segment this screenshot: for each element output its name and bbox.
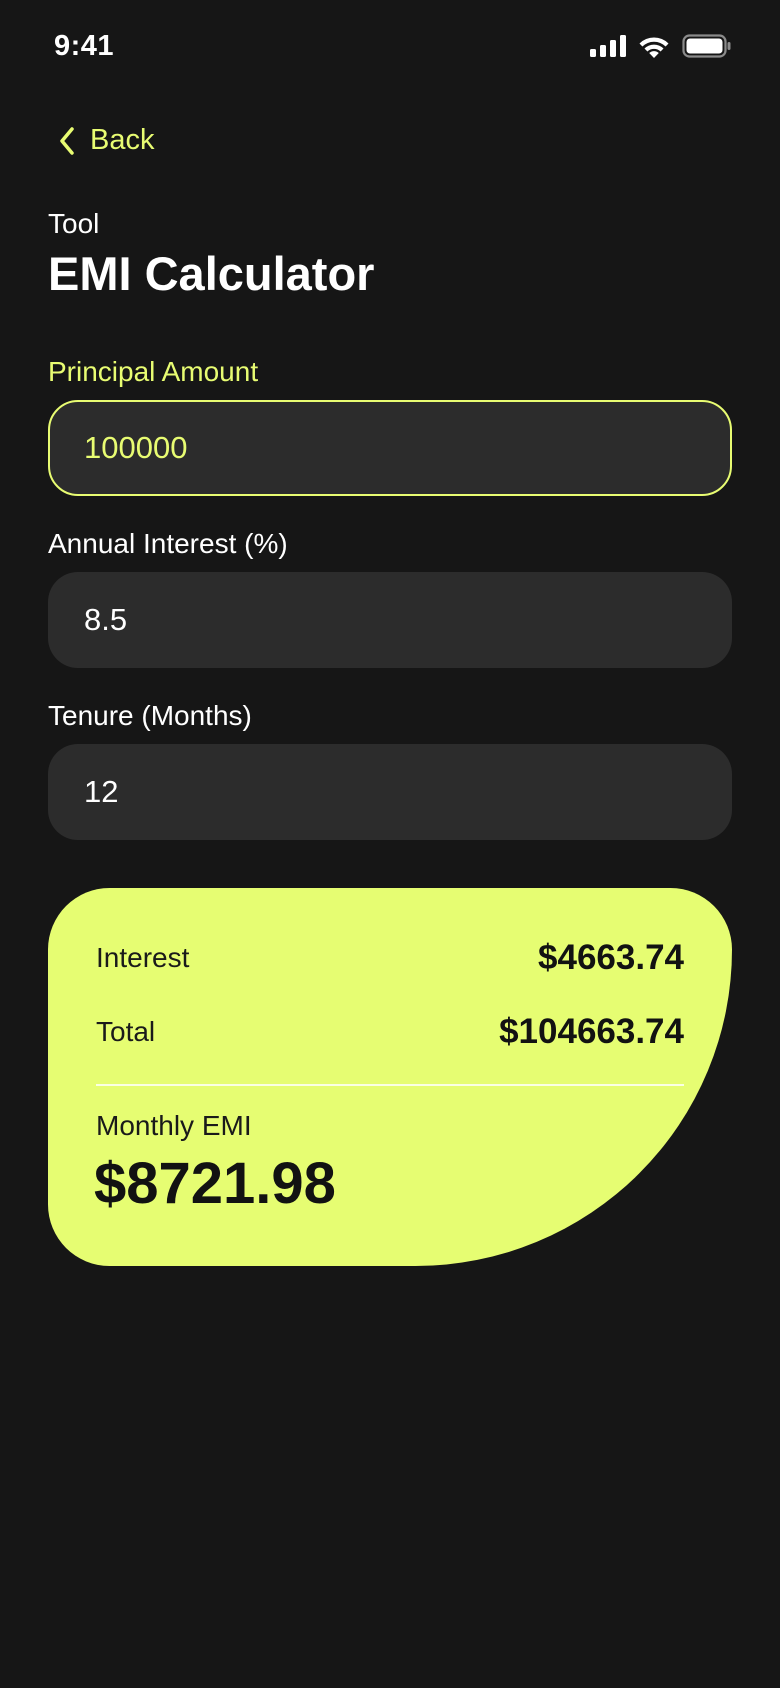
monthly-emi-label: Monthly EMI xyxy=(96,1110,252,1141)
page-title: EMI Calculator xyxy=(48,247,375,300)
principal-amount-value: 100000 xyxy=(84,430,188,465)
interest-label: Interest xyxy=(96,942,190,973)
back-button[interactable]: Back xyxy=(58,124,154,157)
page-eyebrow: Tool xyxy=(48,208,100,239)
principal-amount-input[interactable]: 100000 xyxy=(48,400,732,496)
status-time: 9:41 xyxy=(54,30,115,62)
annual-interest-label: Annual Interest (%) xyxy=(48,528,288,559)
total-value: $104663.74 xyxy=(499,1012,684,1051)
result-card: Interest $4663.74 Total $104663.74 Month… xyxy=(48,888,732,1266)
annual-interest-input[interactable]: 8.5 xyxy=(48,572,732,668)
back-label: Back xyxy=(90,124,155,156)
annual-interest-value: 8.5 xyxy=(84,602,128,637)
interest-row: Interest $4663.74 xyxy=(96,938,684,978)
monthly-emi-value: $8721.98 xyxy=(94,1151,336,1216)
tenure-months-input[interactable]: 12 xyxy=(48,744,732,840)
total-label: Total xyxy=(96,1016,156,1047)
cellular-signal-icon xyxy=(590,35,626,57)
total-row: Total $104663.74 xyxy=(96,1012,684,1052)
interest-value: $4663.74 xyxy=(538,938,684,977)
chevron-left-icon xyxy=(60,126,74,155)
wifi-icon xyxy=(639,36,669,58)
tenure-months-label: Tenure (Months) xyxy=(48,700,252,731)
status-bar: 9:41 xyxy=(0,0,780,96)
battery-icon xyxy=(682,34,731,58)
status-icons xyxy=(590,34,732,58)
principal-amount-label: Principal Amount xyxy=(48,356,259,387)
tenure-months-value: 12 xyxy=(84,774,119,809)
result-divider xyxy=(96,1084,684,1086)
